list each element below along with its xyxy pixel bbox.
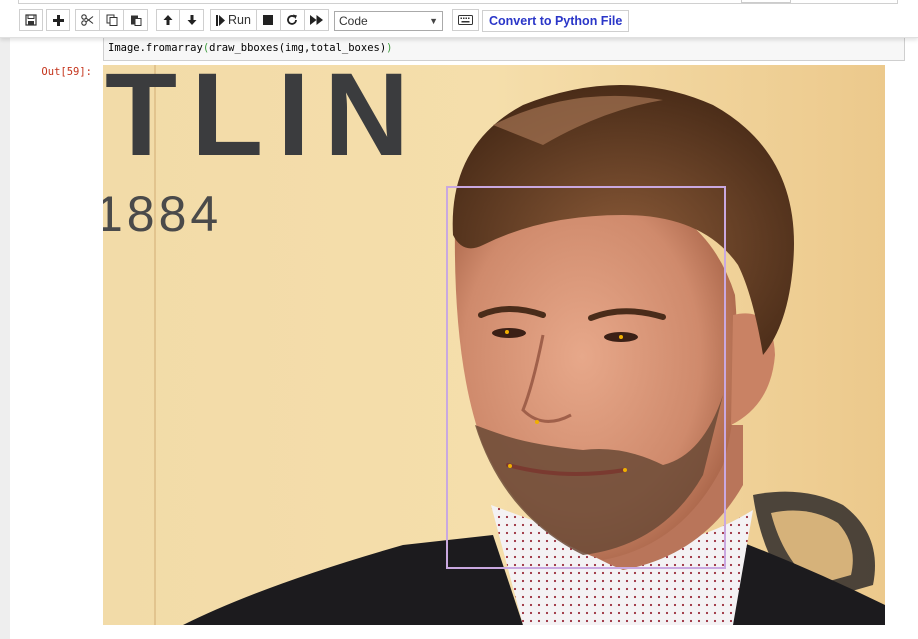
insert-group [46,9,70,31]
output-prompt: Out[59]: [41,66,92,78]
landmark-mouth-left [508,464,512,468]
save-group [19,9,43,31]
run-button[interactable]: Run [210,9,257,31]
output-image: TLIN 1884 [103,65,885,625]
menu-strip-edge [18,0,898,4]
backdrop-year: 1884 [103,186,222,242]
paste-button[interactable] [124,9,148,31]
notebook-page: Run Code ▼ Convert to Python File Image.… [0,0,918,639]
edit-group [75,9,148,31]
left-eye [492,328,526,338]
command-palette-button[interactable] [452,9,479,31]
scissors-icon [81,14,94,26]
copy-button[interactable] [100,9,124,31]
cut-button[interactable] [75,9,100,31]
run-label: Run [228,13,251,27]
move-group [156,9,204,31]
keyboard-icon [458,15,473,25]
cell-type-select[interactable]: Code ▼ [334,11,443,31]
copy-icon [106,14,118,26]
landmark-nose [535,420,539,424]
stop-icon [263,15,274,25]
plus-icon [52,14,64,26]
keyboard-group [452,9,479,31]
save-button[interactable] [19,9,43,31]
arrow-down-icon [186,14,198,26]
landmark-right-eye [619,335,623,339]
run-all-button[interactable] [304,9,329,31]
arrow-up-icon [162,14,174,26]
save-icon [25,14,37,26]
landmark-left-eye [505,330,509,334]
run-group: Run [210,9,329,31]
move-up-button[interactable] [156,9,180,31]
step-forward-icon [216,14,225,26]
interrupt-button[interactable] [256,9,281,31]
convert-to-python-button[interactable]: Convert to Python File [482,10,630,32]
move-down-button[interactable] [180,9,204,31]
cell-type-value: Code [339,14,368,28]
restart-button[interactable] [280,9,305,31]
restart-icon [286,14,298,26]
landmark-mouth-right [623,468,627,472]
code-args: draw_bboxes(img,total_boxes) [209,42,387,54]
chevron-down-icon: ▼ [429,16,438,26]
code-input[interactable]: Image.fromarray(draw_bboxes(img,total_bo… [103,38,905,61]
code-close-paren: ) [386,42,393,54]
backdrop-letters: TLIN [105,65,423,181]
paste-icon [130,14,142,26]
fast-forward-icon [309,15,323,25]
notebook-toolbar: Run Code ▼ Convert to Python File [0,0,918,38]
code-function: Image.fromarray [108,42,203,54]
insert-cell-button[interactable] [46,9,70,31]
menu-strip-box [741,0,791,3]
